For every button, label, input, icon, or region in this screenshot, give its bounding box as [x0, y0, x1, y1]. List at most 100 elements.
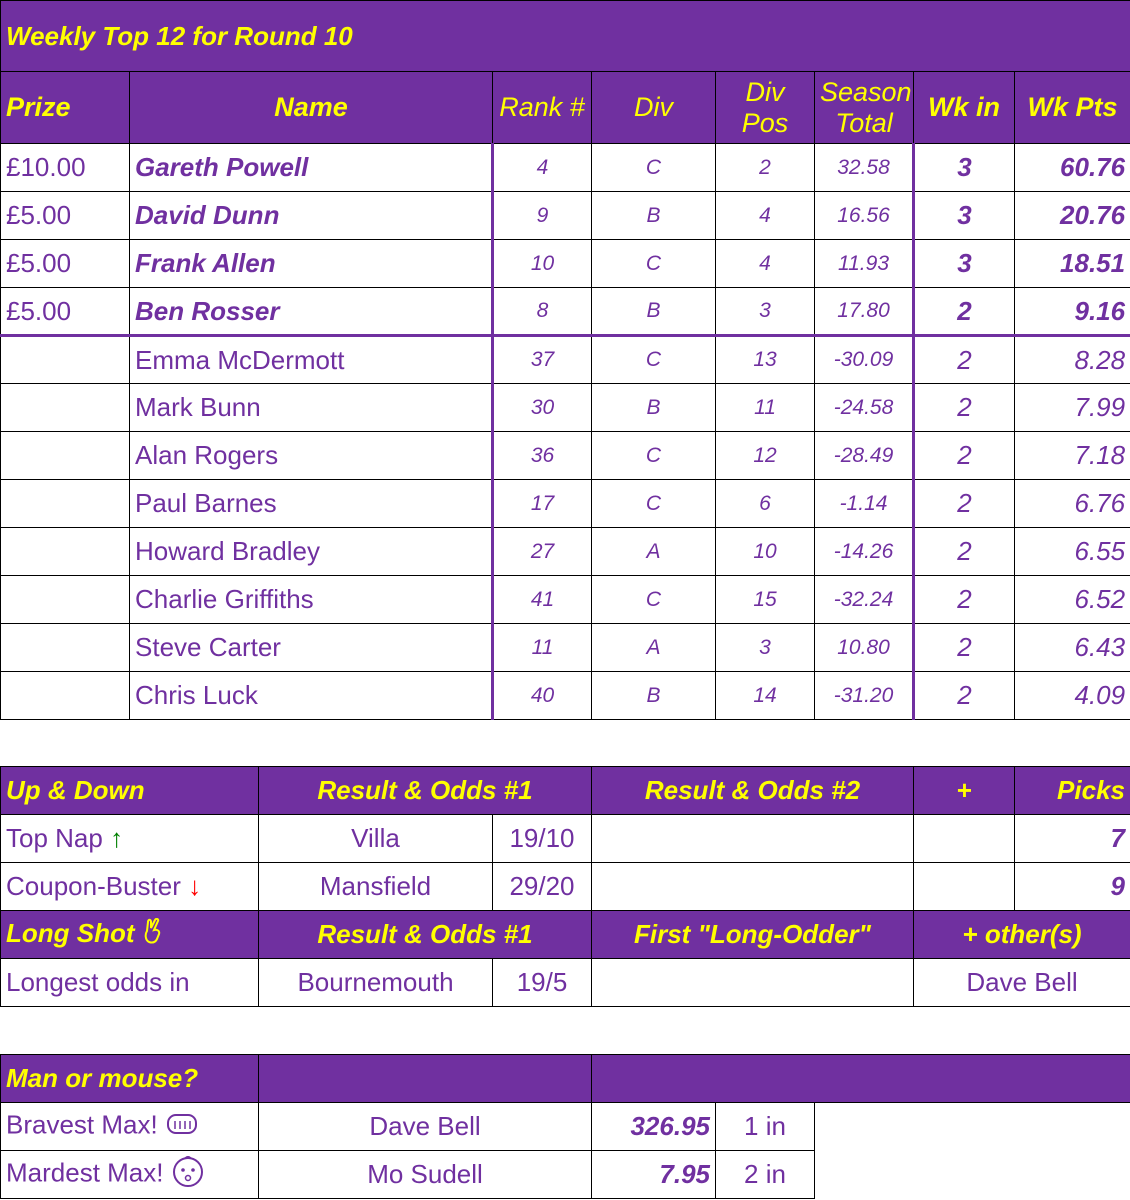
prize-cell: £10.00	[0, 143, 130, 192]
coupon-buster-picks: 9	[1014, 862, 1130, 911]
div-cell: A	[591, 623, 716, 672]
rank-cell: 11	[492, 623, 592, 672]
wk-in-cell: 2	[913, 527, 1015, 576]
season-total-cell: 32.58	[814, 143, 915, 192]
prize-cell	[0, 383, 130, 432]
name-cell: Howard Bradley	[129, 527, 494, 576]
man-or-mouse-header-blank-1	[258, 1054, 592, 1103]
div-pos-cell: 4	[715, 191, 815, 240]
prize-cell	[0, 431, 130, 480]
updown-header-result2: Result & Odds #2	[591, 766, 914, 815]
header-wk-in: Wk in	[913, 71, 1015, 144]
wk-pts-cell: 20.76	[1013, 191, 1130, 240]
top-nap-picks: 7	[1014, 814, 1130, 863]
rank-cell: 37	[492, 335, 592, 384]
top12-table: Weekly Top 12 for Round 10 Prize Name Ra…	[0, 0, 1130, 720]
longshot-header-result1: Result & Odds #1	[258, 910, 592, 959]
div-cell: C	[591, 143, 716, 192]
wk-pts-cell: 7.99	[1013, 383, 1130, 432]
updown-header-result1: Result & Odds #1	[258, 766, 592, 815]
prize-cell	[0, 527, 130, 576]
longshot-header-label: Long Shot	[0, 910, 259, 959]
bravest-label: Bravest Max!	[0, 1102, 259, 1151]
wk-in-cell: 2	[913, 671, 1015, 720]
top-nap-label: Top Nap ↑	[0, 814, 259, 863]
wk-pts-cell: 6.55	[1013, 527, 1130, 576]
prize-cell	[0, 575, 130, 624]
header-name: Name	[129, 71, 493, 144]
wk-in-cell: 3	[913, 143, 1015, 192]
div-pos-cell: 15	[715, 575, 815, 624]
table-row: Alan Rogers 36 C 12 -28.49 2 7.18	[0, 431, 1130, 480]
prize-cell: £5.00	[0, 191, 130, 240]
season-total-cell: 11.93	[814, 239, 915, 288]
prize-cell	[0, 623, 130, 672]
season-total-cell: -32.24	[814, 575, 915, 624]
season-total-cell: -1.14	[814, 479, 915, 528]
name-cell: David Dunn	[129, 191, 494, 240]
wk-in-cell: 2	[913, 431, 1015, 480]
bravest-row: Bravest Max! Dave Bell 326.95 1 in	[0, 1102, 1130, 1151]
div-cell: B	[591, 671, 716, 720]
mardest-row: Mardest Max! Mo Sudell 7.95 2 in	[0, 1150, 1130, 1199]
bravest-name: Dave Bell	[258, 1102, 592, 1151]
wk-in-cell: 2	[913, 287, 1015, 337]
table-row: Paul Barnes 17 C 6 -1.14 2 6.76	[0, 479, 1130, 528]
rank-cell: 10	[492, 239, 592, 288]
name-cell: Steve Carter	[129, 623, 494, 672]
name-cell: Frank Allen	[129, 239, 494, 288]
fist-icon	[165, 1109, 199, 1144]
wk-pts-cell: 60.76	[1013, 143, 1130, 192]
mardest-blank	[813, 1150, 1130, 1199]
longshot-header-first: First "Long-Odder"	[591, 910, 914, 959]
wk-in-cell: 2	[913, 479, 1015, 528]
div-cell: C	[591, 575, 716, 624]
mardest-in: 2 in	[715, 1150, 815, 1199]
updown-header-label: Up & Down	[0, 766, 259, 815]
season-total-cell: 16.56	[814, 191, 915, 240]
div-cell: A	[591, 527, 716, 576]
coupon-buster-plus	[913, 862, 1015, 911]
updown-header-plus: +	[913, 766, 1015, 815]
wk-pts-cell: 18.51	[1013, 239, 1130, 288]
season-total-cell: -24.58	[814, 383, 915, 432]
wk-pts-cell: 6.43	[1013, 623, 1130, 672]
wk-in-cell: 2	[913, 623, 1015, 672]
div-cell: C	[591, 431, 716, 480]
longest-odds-first	[591, 958, 914, 1007]
season-total-cell: -30.09	[814, 335, 915, 384]
prize-cell: £5.00	[0, 287, 130, 337]
longshot-header-others: + other(s)	[913, 910, 1130, 959]
crossed-fingers-icon	[142, 918, 164, 951]
header-wk-pts: Wk Pts	[1013, 71, 1130, 144]
rank-cell: 17	[492, 479, 592, 528]
coupon-buster-result2	[591, 862, 914, 911]
coupon-buster-odds: 29/20	[492, 862, 592, 911]
table-row: £5.00 Ben Rosser 8 B 3 17.80 2 9.16	[0, 287, 1130, 337]
table-row: £10.00 Gareth Powell 4 C 2 32.58 3 60.76	[0, 143, 1130, 192]
rank-cell: 36	[492, 431, 592, 480]
wk-in-cell: 2	[913, 575, 1015, 624]
div-cell: B	[591, 383, 716, 432]
rank-cell: 40	[492, 671, 592, 720]
div-pos-cell: 11	[715, 383, 815, 432]
rank-cell: 27	[492, 527, 592, 576]
div-cell: C	[591, 479, 716, 528]
wk-in-cell: 2	[913, 383, 1015, 432]
name-cell: Charlie Griffiths	[129, 575, 494, 624]
man-or-mouse-header-blank-2	[590, 1054, 1130, 1103]
longest-odds-others: Dave Bell	[913, 958, 1130, 1007]
rank-cell: 41	[492, 575, 592, 624]
bravest-in: 1 in	[715, 1102, 815, 1151]
wk-in-cell: 2	[913, 335, 1015, 384]
div-pos-cell: 3	[715, 623, 815, 672]
wk-pts-cell: 8.28	[1013, 335, 1130, 384]
bravest-value: 326.95	[591, 1102, 716, 1151]
baby-face-icon	[171, 1154, 205, 1195]
wk-pts-cell: 6.76	[1013, 479, 1130, 528]
table-title: Weekly Top 12 for Round 10	[0, 0, 1130, 72]
man-or-mouse-title: Man or mouse?	[0, 1054, 259, 1103]
down-arrow-icon: ↓	[188, 871, 202, 901]
div-cell: C	[591, 239, 716, 288]
name-cell: Alan Rogers	[129, 431, 494, 480]
